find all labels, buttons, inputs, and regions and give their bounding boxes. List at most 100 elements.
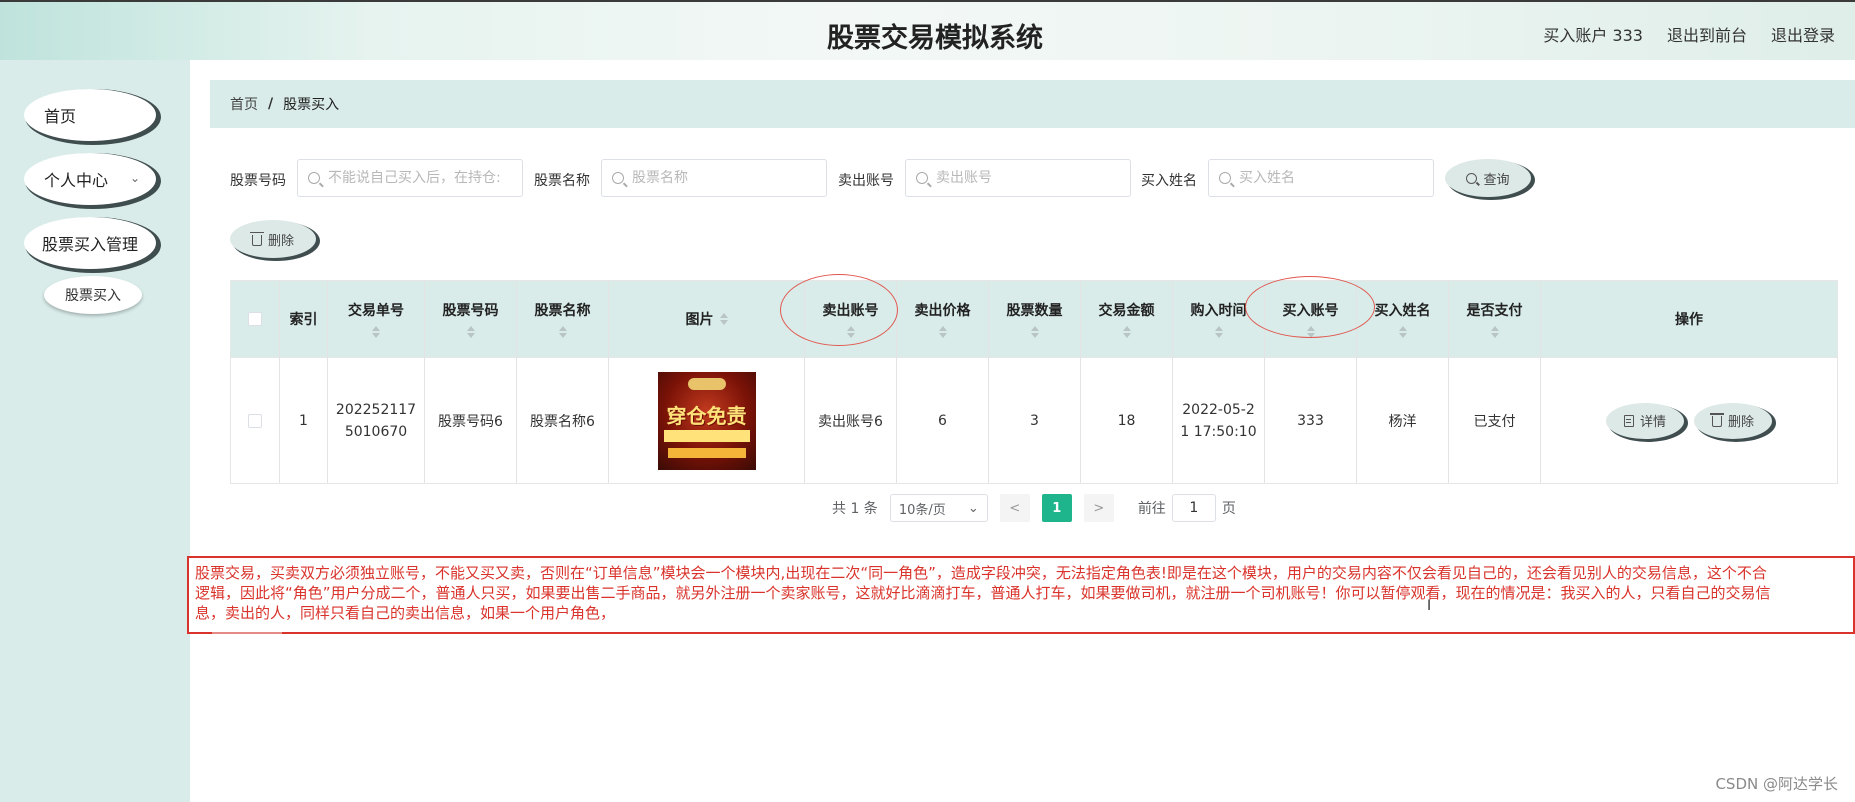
buyer-name-field[interactable] [1239, 170, 1419, 186]
header-label: 交易金额 [1098, 303, 1155, 319]
header-seller-account[interactable]: 卖出账号 [805, 281, 897, 357]
breadcrumb: 首页 / 股票买入 [210, 80, 1855, 128]
sidebar-item-label: 股票买入 [65, 288, 121, 304]
sort-icon[interactable] [1214, 326, 1223, 338]
sort-icon[interactable] [1398, 326, 1407, 338]
cell-seller-account: 卖出账号6 [805, 358, 897, 483]
note-line: 息，卖出的人，同样只看自己的卖出信息，如果一个用户角色， [195, 604, 616, 622]
header-label: 卖出账号 [822, 303, 879, 319]
row-delete-button[interactable]: 删除 [1694, 402, 1772, 439]
header-buyer-account[interactable]: 买入账号 [1265, 281, 1357, 357]
table-header-row: 索引 交易单号 股票号码 股票名称 图片 卖出账号 卖出价格 股票数量 交易金额… [231, 281, 1837, 357]
header-label: 交易单号 [348, 303, 404, 319]
buyer-name-input[interactable] [1208, 159, 1434, 197]
cell-stock-code: 股票号码6 [425, 358, 517, 483]
sort-icon[interactable] [466, 326, 475, 338]
logout-link[interactable]: 退出登录 [1771, 22, 1835, 46]
sort-icon[interactable] [938, 326, 947, 338]
header-links: 买入账户 333 退出到前台 退出登录 [1543, 22, 1835, 46]
header-sell-price[interactable]: 卖出价格 [897, 281, 989, 357]
stock-buy-table: 索引 交易单号 股票号码 股票名称 图片 卖出账号 卖出价格 股票数量 交易金额… [230, 280, 1838, 484]
note-textbox[interactable]: 股票交易，买卖双方必须独立账号，不能又买又卖，否则在“订单信息”模块会一个模块内… [187, 556, 1855, 634]
search-icon [1219, 172, 1231, 184]
cell-paid: 已支付 [1449, 358, 1541, 483]
header-label: 操作 [1675, 312, 1703, 328]
breadcrumb-current: 股票买入 [283, 97, 340, 113]
sort-icon[interactable] [1122, 326, 1131, 338]
header-buy-time[interactable]: 购入时间 [1173, 281, 1265, 357]
header-stock-code[interactable]: 股票号码 [425, 281, 517, 357]
detail-button-label: 详情 [1639, 415, 1666, 430]
sort-icon[interactable] [1030, 326, 1039, 338]
next-page-button[interactable]: > [1083, 494, 1114, 522]
header-label: 股票号码 [442, 303, 499, 319]
sidebar-item-personal-center[interactable]: 个人中心 ⌄ [24, 153, 156, 205]
thumbnail-banner-text: 穿仓免责 [666, 403, 747, 428]
sort-icon[interactable] [372, 326, 380, 338]
chevron-down-icon: ⌄ [129, 171, 140, 185]
search-icon [916, 172, 928, 184]
search-icon [1466, 172, 1478, 184]
breadcrumb-separator: / [268, 96, 274, 112]
header-quantity[interactable]: 股票数量 [989, 281, 1081, 357]
sidebar-item-home[interactable]: 首页 [24, 89, 156, 141]
stock-code-input[interactable] [297, 159, 523, 197]
page-size-select[interactable]: 10条/页 ⌄ [889, 494, 988, 522]
front-link[interactable]: 退出到前台 [1667, 22, 1747, 46]
delete-button-label: 删除 [267, 233, 294, 249]
sort-icon[interactable] [846, 326, 855, 338]
row-checkbox[interactable] [248, 413, 262, 428]
pagination: 共 1 条 10条/页 ⌄ < 1 > 前往 1 页 [832, 494, 1236, 522]
cell-image: 穿仓免责 [609, 358, 805, 483]
sidebar-item-stock-buy-management[interactable]: 股票买入管理 [24, 217, 156, 269]
detail-button[interactable]: 详情 [1606, 402, 1684, 439]
trash-icon [249, 231, 264, 246]
thumbnail-logo [687, 377, 726, 390]
row-select-cell [231, 358, 280, 483]
breadcrumb-home[interactable]: 首页 [230, 94, 258, 114]
select-all-checkbox[interactable] [248, 312, 262, 326]
header-label: 索引 [289, 312, 318, 328]
query-button[interactable]: 查询 [1445, 159, 1531, 197]
sidebar-subitem-stock-buy[interactable]: 股票买入 [44, 276, 142, 314]
page-size-value: 10条/页 [898, 502, 946, 518]
batch-delete-button[interactable]: 删除 [230, 220, 316, 258]
header-buyer-name[interactable]: 买入姓名 [1357, 281, 1449, 357]
stock-name-input[interactable] [601, 159, 827, 197]
stock-thumbnail[interactable]: 穿仓免责 [657, 371, 756, 470]
stock-name-field[interactable] [632, 170, 812, 186]
header-label: 图片 [685, 312, 714, 328]
cell-index: 1 [280, 358, 328, 483]
cell-quantity: 3 [989, 358, 1081, 483]
goto-page-input[interactable]: 1 [1171, 494, 1216, 522]
header-paid[interactable]: 是否支付 [1449, 281, 1541, 357]
header-order-no[interactable]: 交易单号 [328, 281, 425, 357]
stock-code-field[interactable] [328, 170, 508, 186]
search-icon [308, 172, 320, 184]
note-line: 逻辑，因此将“角色”用户分成二个，普通人只买，如果要出售二手商品，就另外注册一个… [195, 584, 1771, 602]
header-stock-name[interactable]: 股票名称 [517, 281, 609, 357]
seller-account-input[interactable] [905, 159, 1131, 197]
buyer-name-label: 买入姓名 [1141, 173, 1197, 189]
seller-account-field[interactable] [936, 170, 1116, 186]
header-amount[interactable]: 交易金额 [1081, 281, 1173, 357]
prev-page-button[interactable]: < [999, 494, 1030, 522]
row-delete-button-label: 删除 [1727, 415, 1754, 430]
cell-stock-name: 股票名称6 [517, 358, 609, 483]
header-label: 买入姓名 [1374, 303, 1431, 319]
header-image[interactable]: 图片 [609, 281, 805, 357]
header-label: 股票名称 [534, 303, 591, 319]
account-label: 买入账户 333 [1543, 26, 1643, 45]
cell-actions: 详情 删除 [1541, 358, 1837, 483]
top-header: 股票交易模拟系统 买入账户 333 退出到前台 退出登录 [0, 0, 1855, 60]
chevron-down-icon: ⌄ [967, 500, 979, 516]
page-1-button[interactable]: 1 [1041, 494, 1072, 522]
sort-icon[interactable] [719, 313, 728, 325]
sort-icon[interactable] [1306, 326, 1315, 338]
watermark: CSDN @阿达学长 [1715, 775, 1838, 793]
text-cursor-icon: I [1427, 598, 1432, 614]
sort-icon[interactable] [558, 326, 567, 338]
sort-icon[interactable] [1490, 326, 1499, 338]
seller-account-label: 卖出账号 [838, 173, 894, 189]
header-index: 索引 [280, 281, 328, 357]
